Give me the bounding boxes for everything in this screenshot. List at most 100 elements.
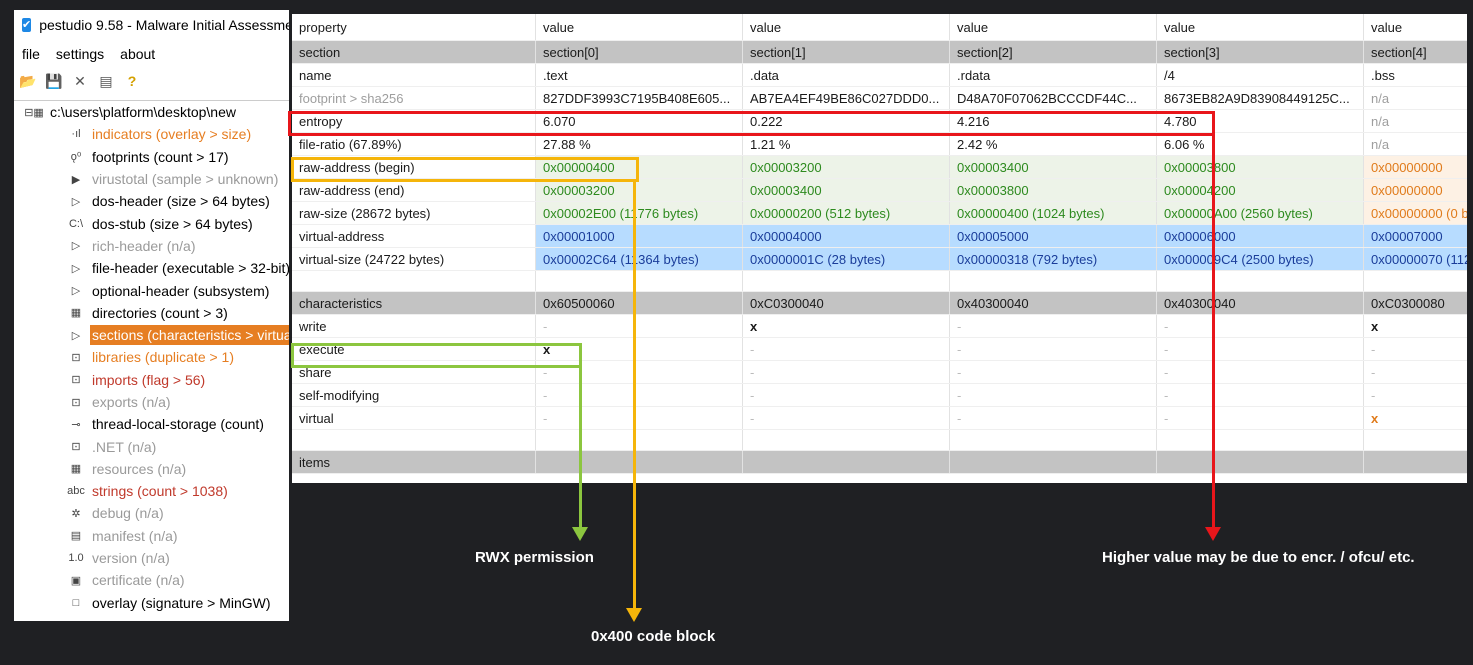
menu-settings[interactable]: settings [56, 46, 104, 62]
table-row[interactable]: write - x - - x [292, 314, 1467, 338]
table-row[interactable]: items [292, 450, 1467, 474]
column-header[interactable]: value [742, 14, 950, 41]
tree-item[interactable]: ⊡ exports (n/a) [14, 391, 289, 413]
tree-item[interactable]: ⊡ libraries (duplicate > 1) [14, 346, 289, 368]
value-cell: 0x00000000 (0 bytes) [1363, 201, 1467, 225]
value-cell: 0x00003200 [535, 178, 743, 202]
tree-item[interactable]: ▶ virustotal (sample > unknown) [14, 168, 289, 190]
bug-icon: ✲ [71, 507, 81, 520]
tree-item[interactable]: ▣ certificate (n/a) [14, 569, 289, 591]
tree-item[interactable]: C:\ dos-stub (size > 64 bytes) [14, 212, 289, 234]
tree-item[interactable]: ⊡ imports (flag > 56) [14, 369, 289, 391]
property-cell [292, 429, 536, 451]
column-header[interactable]: property [292, 14, 536, 41]
table-row[interactable]: share - - - - - [292, 360, 1467, 384]
column-header[interactable]: value [535, 14, 743, 41]
column-header[interactable]: value [1363, 14, 1467, 41]
value-cell: - [949, 337, 1157, 361]
tree-item[interactable]: ⊡ .NET (n/a) [14, 435, 289, 457]
open-icon[interactable]: 📂 [18, 72, 38, 90]
tree-item[interactable]: abc strings (count > 1038) [14, 480, 289, 502]
value-cell: 8673EB82A9D83908449125C... [1156, 86, 1364, 110]
table-row[interactable]: self-modifying - - - - - [292, 383, 1467, 407]
tree-item[interactable]: ⊸ thread-local-storage (count) [14, 413, 289, 435]
value-cell: - [535, 406, 743, 430]
table-row[interactable] [292, 270, 1467, 292]
table-row[interactable]: virtual-address 0x00001000 0x00004000 0x000… [292, 224, 1467, 248]
code-block-note: 0x400 code block [591, 628, 716, 645]
tree-item[interactable]: ▷ rich-header (n/a) [14, 235, 289, 257]
value-cell: 6.070 [535, 109, 743, 133]
value-cell: - [1156, 406, 1364, 430]
tree-item-label: version (n/a) [92, 550, 170, 567]
delete-icon[interactable]: ✕ [70, 72, 90, 90]
value-cell [1156, 450, 1364, 474]
table-row[interactable]: raw-address (end) 0x00003200 0x00003400 0x0… [292, 178, 1467, 202]
menu-about[interactable]: about [120, 46, 155, 62]
menu-file[interactable]: file [22, 46, 40, 62]
document-icon[interactable]: ▤ [96, 72, 116, 90]
table-row[interactable]: footprint > sha256 827DDF3993C7195B408E60… [292, 86, 1467, 110]
help-icon[interactable]: ? [122, 72, 142, 90]
value-cell: 0x00003400 [742, 178, 950, 202]
tree-item[interactable]: ▷ optional-header (subsystem) [14, 279, 289, 301]
table-row[interactable]: raw-size (28672 bytes) 0x00002E00 (11776 … [292, 201, 1467, 225]
manifest-icon: ▤ [70, 530, 82, 543]
tree-item[interactable]: ⊟▦ c:\users\platform\desktop\new [14, 101, 289, 123]
value-cell: x [1363, 314, 1467, 338]
value-cell: 0x00003200 [742, 155, 950, 179]
tree-item[interactable]: ▷ dos-header (size > 64 bytes) [14, 190, 289, 212]
table-row[interactable]: execute x - - - - [292, 337, 1467, 361]
value-cell: 0xC0300040 [742, 291, 950, 315]
value-cell [1363, 450, 1467, 474]
value-cell: n/a [1363, 132, 1467, 156]
table-row[interactable]: virtual - - - - x [292, 406, 1467, 430]
value-cell [1363, 270, 1467, 292]
value-cell: 2.42 % [949, 132, 1157, 156]
tree-item[interactable]: ▷ file-header (executable > 32-bit) [14, 257, 289, 279]
green-arrow-head [572, 527, 588, 541]
tree-item[interactable]: ▤ manifest (n/a) [14, 525, 289, 547]
property-cell: items [292, 450, 536, 474]
tree-item-label: libraries (duplicate > 1) [92, 349, 235, 366]
save-icon[interactable]: 💾 [44, 72, 64, 90]
value-cell: 0x00002E00 (11776 bytes) [535, 201, 743, 225]
table-row[interactable]: characteristics 0x60500060 0xC0300040 0x403… [292, 291, 1467, 315]
value-cell [1156, 429, 1364, 451]
tree-item[interactable]: ▷ sections (characteristics > virtual) [14, 324, 289, 346]
table-row[interactable]: raw-address (begin) 0x00000400 0x00003200 0… [292, 155, 1467, 179]
value-cell: 0x00000070 (112 bytes) [1363, 247, 1467, 271]
value-cell: 0x40300040 [1156, 291, 1364, 315]
value-cell: 0x00007000 [1363, 224, 1467, 248]
value-cell: x [1363, 406, 1467, 430]
property-cell: execute [292, 337, 536, 361]
tree-item[interactable]: ✲ debug (n/a) [14, 502, 289, 524]
table-row[interactable]: virtual-size (24722 bytes) 0x00002C64 (11… [292, 247, 1467, 271]
column-header[interactable]: value [949, 14, 1157, 41]
value-cell: AB7EA4EF49BE86C027DDD0... [742, 86, 950, 110]
property-cell: virtual-address [292, 224, 536, 248]
arrow-icon: ▷ [71, 262, 81, 275]
value-cell: /4 [1156, 63, 1364, 87]
value-cell: 0x00000400 (1024 bytes) [949, 201, 1157, 225]
tree-item[interactable]: ▦ directories (count > 3) [14, 302, 289, 324]
sections-table: property value value value value value section… [292, 14, 1467, 474]
tree-item-label: debug (n/a) [92, 505, 164, 522]
value-cell: - [742, 360, 950, 384]
table-row[interactable]: entropy 6.070 0.222 4.216 4.780 n/a [292, 109, 1467, 133]
tree-item[interactable]: ·ıl indicators (overlay > size) [14, 123, 289, 145]
app-check-icon: ✔ [22, 18, 32, 32]
tree-item[interactable]: ▦ resources (n/a) [14, 458, 289, 480]
tree-item-label: resources (n/a) [92, 460, 187, 477]
table-row[interactable]: section section[0] section[1] section[2] sec… [292, 40, 1467, 64]
tree-item[interactable]: 1.0 version (n/a) [14, 547, 289, 569]
table-row[interactable] [292, 429, 1467, 451]
table-row[interactable]: name .text .data .rdata/4 .bss [292, 63, 1467, 87]
value-cell [949, 270, 1157, 292]
tree-item[interactable]: □ overlay (signature > MinGW) [14, 592, 289, 614]
table-row[interactable]: file-ratio (67.89%) 27.88 % 1.21 % 2.42 % 6.… [292, 132, 1467, 156]
value-cell: D48A70F07062BCCCDF44C... [949, 86, 1157, 110]
tree-item[interactable]: ǫ⁰ footprints (count > 17) [14, 146, 289, 168]
column-header[interactable]: value [1156, 14, 1364, 41]
window-title: pestudio 9.58 - Malware Initial Assessme… [39, 17, 289, 33]
